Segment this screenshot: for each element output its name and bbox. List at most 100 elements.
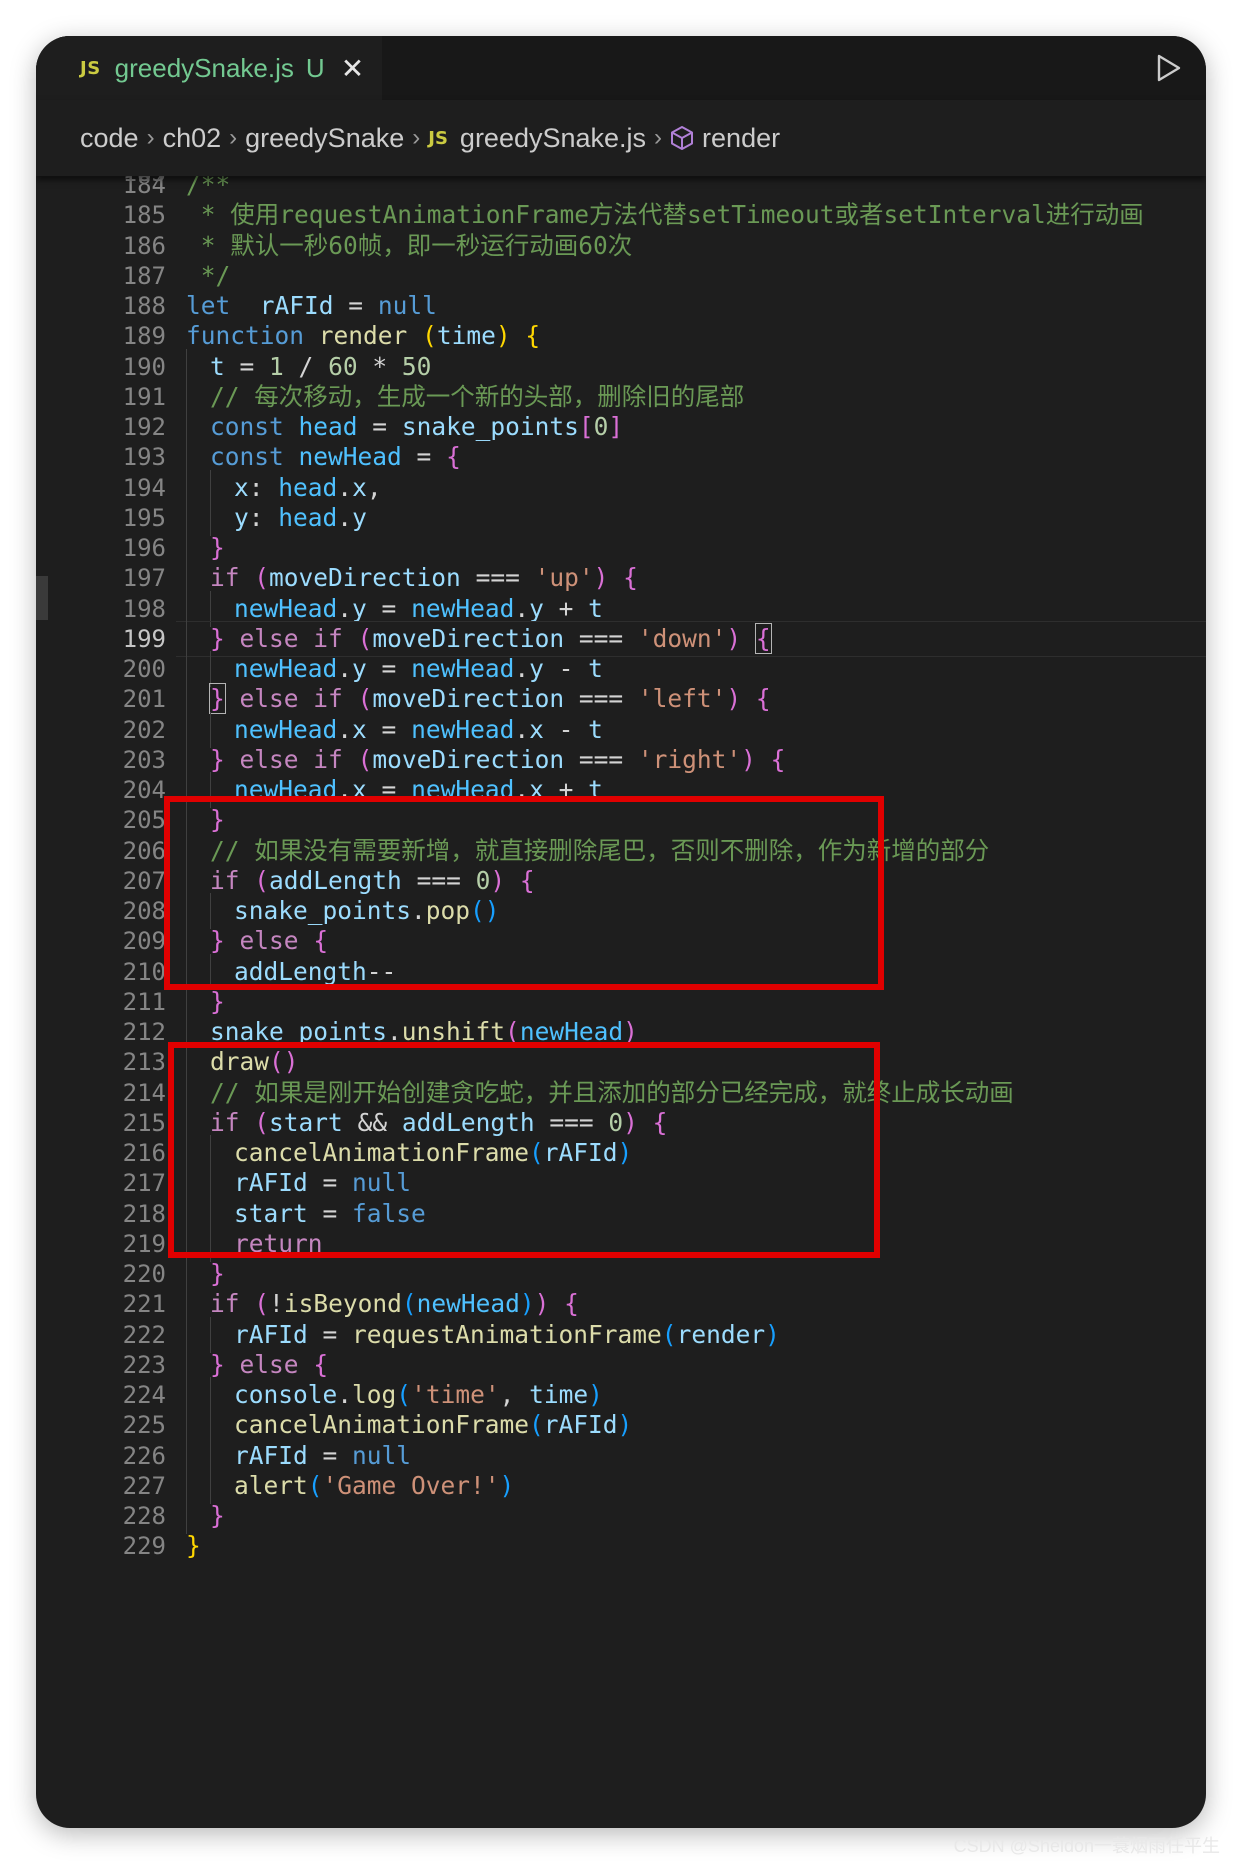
- code-token: ): [726, 623, 742, 653]
- code-token: ===: [564, 744, 638, 774]
- code-token: rAFId: [234, 1319, 308, 1349]
- run-icon[interactable]: [1148, 48, 1188, 88]
- code-token: moveDirection: [372, 684, 565, 714]
- code-token: moveDirection: [269, 563, 461, 593]
- code-token: head: [278, 472, 338, 502]
- code-token: 0: [593, 412, 609, 441]
- code-token: * 默认一秒60帧，即一秒运行动画60次: [186, 230, 633, 260]
- code-token: rAFId: [234, 1440, 308, 1470]
- code-token: =: [224, 351, 270, 381]
- code-token: +: [543, 593, 589, 623]
- code-token: (: [307, 1470, 323, 1500]
- code-token: =: [401, 442, 447, 472]
- code-token: render: [318, 321, 408, 351]
- code-token: x: [352, 472, 367, 502]
- code-token: console: [234, 1380, 338, 1409]
- code-token: ): [765, 1319, 780, 1349]
- code-token: y: [529, 654, 544, 683]
- breadcrumb-item-code[interactable]: code: [80, 123, 139, 154]
- code-token: ): [499, 1470, 515, 1500]
- code-token: if: [210, 563, 240, 593]
- code-token: newHead: [411, 593, 515, 623]
- chevron-right-icon: ›: [654, 124, 663, 151]
- code-token: (: [357, 684, 373, 714]
- code-token: !: [269, 1289, 284, 1319]
- code-token: (: [396, 1380, 412, 1409]
- code-token: (: [401, 1289, 417, 1319]
- code-token: (: [357, 623, 373, 653]
- code-token: 'Game Over!': [322, 1470, 500, 1500]
- highlight-box-start-block: [168, 1042, 880, 1258]
- code-token: }: [210, 1259, 225, 1288]
- code-line[interactable]: 229}: [36, 1528, 1206, 1564]
- code-token: ===: [564, 684, 638, 714]
- code-editor[interactable]: 183 184/**185 * 使用requestAnimationFrame方…: [36, 154, 1206, 1828]
- code-token: moveDirection: [372, 744, 565, 774]
- code-token: x: [352, 714, 367, 744]
- code-token: t: [588, 654, 603, 683]
- code-token: }: [209, 683, 226, 715]
- code-token: ): [617, 1410, 633, 1440]
- close-icon[interactable]: ✕: [341, 52, 364, 85]
- tab-greedysnake[interactable]: JS greedySnake.js U ✕: [36, 36, 382, 100]
- code-token: =: [366, 654, 412, 683]
- code-token: .: [337, 593, 353, 623]
- code-token: newHead: [416, 1289, 520, 1319]
- code-token: (: [661, 1319, 677, 1349]
- breadcrumb-item-ch02[interactable]: ch02: [163, 123, 222, 154]
- code-token: newHead: [234, 593, 338, 623]
- highlight-box-pop-block: [164, 796, 884, 990]
- code-token: 'right': [637, 744, 742, 774]
- code-token: y: [352, 593, 367, 623]
- code-token: requestAnimationFrame: [352, 1319, 662, 1349]
- code-token: * 使用requestAnimationFrame方法代替setTimeout或…: [186, 200, 1144, 230]
- code-token: 'time': [411, 1380, 500, 1409]
- breadcrumb-item-greedysnake[interactable]: greedySnake: [245, 123, 404, 154]
- symbol-method-icon: [670, 125, 694, 151]
- breadcrumb-item-symbol[interactable]: render: [702, 123, 780, 154]
- code-token: }: [186, 1531, 201, 1561]
- code-token: 50: [401, 351, 432, 381]
- code-token: let: [186, 291, 231, 320]
- chevron-right-icon: ›: [229, 124, 238, 151]
- code-token: =: [357, 412, 402, 441]
- code-token: .: [337, 654, 353, 683]
- breadcrumb: code › ch02 › greedySnake › JS greedySna…: [36, 100, 1206, 176]
- code-token: =: [307, 1440, 353, 1470]
- code-token: if: [210, 1289, 240, 1319]
- code-token: rAFId: [259, 291, 334, 320]
- code-token: ===: [564, 623, 638, 653]
- code-token: 'down': [637, 623, 727, 653]
- code-token: t: [588, 714, 603, 744]
- chevron-right-icon: ›: [412, 124, 421, 151]
- code-token: .: [337, 502, 353, 532]
- code-token: 'left': [637, 684, 727, 714]
- code-token: {: [623, 563, 638, 593]
- code-token: moveDirection: [372, 623, 565, 653]
- code-token: newHead: [234, 714, 338, 744]
- code-token: x: [529, 714, 544, 744]
- code-token: =: [333, 291, 378, 320]
- git-untracked-badge: U: [305, 52, 325, 83]
- code-token: (: [357, 744, 373, 774]
- code-token: }: [210, 986, 225, 1016]
- line-number: 229: [122, 1532, 166, 1561]
- js-file-icon: JS: [428, 127, 448, 149]
- code-token: *: [357, 351, 402, 381]
- code-token: ): [588, 1380, 603, 1409]
- code-token: {: [525, 321, 541, 351]
- code-token: else if: [239, 684, 343, 714]
- code-token: ]: [608, 412, 624, 441]
- breadcrumb-item-file[interactable]: greedySnake.js: [460, 123, 646, 154]
